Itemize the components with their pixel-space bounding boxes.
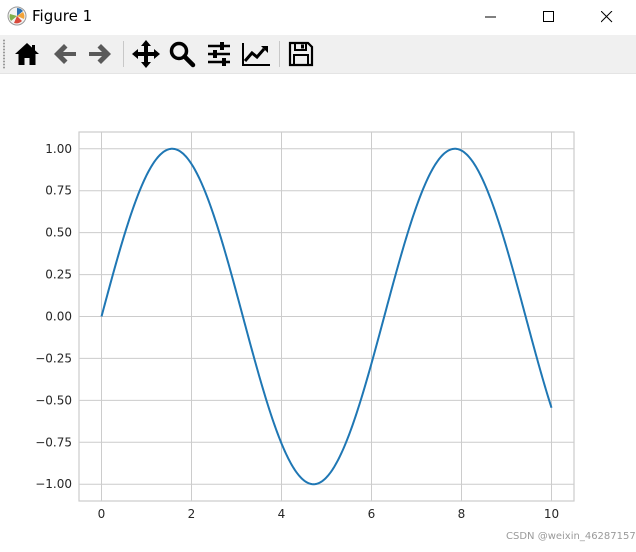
arrow-right-icon bbox=[89, 44, 111, 64]
figure-window: Figure 1 0 2 4 6 8 10 1.00 0.75 0.50 0.2… bbox=[0, 0, 636, 552]
navigation-toolbar bbox=[0, 35, 636, 74]
arrow-left-icon bbox=[54, 44, 76, 64]
minimize-button[interactable] bbox=[468, 0, 514, 33]
sliders-icon bbox=[208, 42, 230, 66]
y-tick-label: 0.00 bbox=[45, 310, 72, 324]
pan-button[interactable] bbox=[130, 38, 162, 70]
x-tick-label: 10 bbox=[544, 507, 559, 521]
subplots-button[interactable] bbox=[203, 38, 235, 70]
y-tick-label: 0.25 bbox=[45, 268, 72, 282]
y-tick-label: 0.50 bbox=[45, 226, 72, 240]
toolbar-separator bbox=[279, 41, 280, 67]
figure-canvas[interactable]: 0 2 4 6 8 10 1.00 0.75 0.50 0.25 0.00 −0.25 −0.50 −0.… bbox=[0, 74, 636, 552]
x-tick-label: 6 bbox=[368, 507, 376, 521]
back-button[interactable] bbox=[49, 38, 81, 70]
matplotlib-logo-icon bbox=[7, 6, 27, 26]
y-tick-label: −1.00 bbox=[35, 477, 72, 491]
y-tick-label: 0.75 bbox=[45, 184, 72, 198]
floppy-disk-icon bbox=[288, 41, 314, 67]
x-tick-label: 0 bbox=[98, 507, 106, 521]
home-button[interactable] bbox=[11, 38, 43, 70]
move-icon bbox=[132, 40, 160, 68]
close-icon bbox=[601, 10, 613, 22]
window-title: Figure 1 bbox=[32, 7, 93, 25]
toolbar-grip[interactable] bbox=[3, 39, 5, 69]
home-icon bbox=[15, 43, 39, 65]
y-tick-label: −0.75 bbox=[35, 435, 72, 449]
y-tick-label: −0.50 bbox=[35, 393, 72, 407]
line-chart-icon bbox=[242, 43, 270, 66]
forward-button[interactable] bbox=[84, 38, 116, 70]
edit-axes-button[interactable] bbox=[240, 38, 272, 70]
save-button[interactable] bbox=[285, 38, 317, 70]
maximize-button[interactable] bbox=[526, 0, 572, 33]
zoom-button[interactable] bbox=[166, 38, 198, 70]
y-tick-label: −0.25 bbox=[35, 351, 72, 365]
x-tick-label: 4 bbox=[278, 507, 286, 521]
close-button[interactable] bbox=[584, 0, 630, 33]
watermark: CSDN @weixin_46287157 bbox=[506, 531, 636, 542]
toolbar-separator bbox=[123, 41, 124, 67]
x-tick-label: 2 bbox=[188, 507, 196, 521]
minimize-icon bbox=[485, 16, 496, 17]
y-tick-label: 1.00 bbox=[45, 142, 72, 156]
magnifier-icon bbox=[169, 41, 196, 68]
maximize-icon bbox=[543, 10, 554, 22]
line-plot: 0 2 4 6 8 10 1.00 0.75 0.50 0.25 0.00 −0.25 −0.50 −0.… bbox=[35, 131, 575, 521]
title-bar: Figure 1 bbox=[0, 0, 636, 33]
x-tick-label: 8 bbox=[458, 507, 466, 521]
